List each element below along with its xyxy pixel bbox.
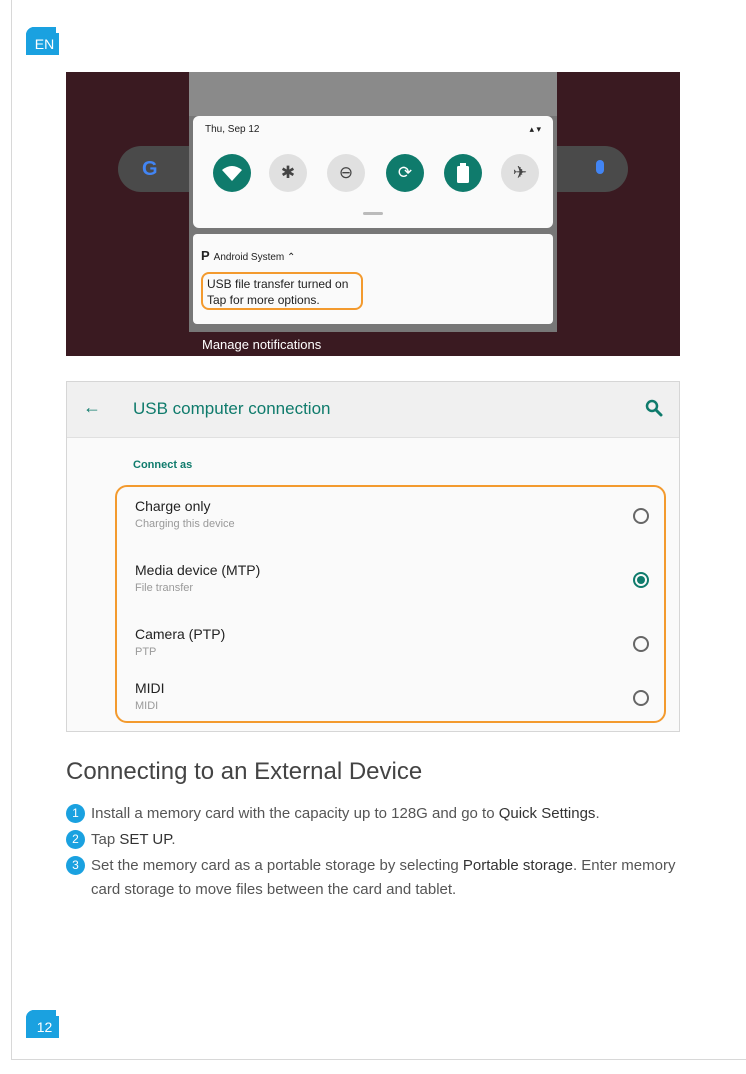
- step-text: Install a memory card with the capacity …: [91, 805, 499, 822]
- battery-saver-icon[interactable]: [444, 154, 482, 192]
- bluetooth-icon[interactable]: ✱: [269, 154, 307, 192]
- step-emphasis: Quick Settings: [498, 805, 596, 822]
- option-title: Media device (MTP): [135, 562, 261, 578]
- shade-scrim: [189, 72, 557, 116]
- google-icon: G: [142, 158, 158, 180]
- step-text: .: [171, 831, 176, 848]
- step-3: 3 Set the memory card as a portable stora…: [66, 854, 676, 902]
- page-title: USB computer connection: [133, 399, 331, 418]
- step-number: 1: [66, 804, 85, 823]
- step-number: 3: [66, 856, 85, 875]
- step-1: 1 Install a memory card with the capacity…: [66, 802, 676, 826]
- wifi-icon[interactable]: [213, 154, 251, 192]
- notification-shade-screenshot: G Thu, Sep 12 ▴ ▾ ✱ ⊖ ⟳ ✈ P Android Syste…: [66, 72, 680, 356]
- language-label: EN: [30, 33, 59, 55]
- mic-icon[interactable]: [596, 160, 604, 174]
- page-border: [11, 0, 12, 1060]
- section-header: Connect as: [133, 459, 193, 471]
- step-emphasis: SET UP: [119, 831, 172, 848]
- step-2: 2 Tap SET UP.: [66, 828, 676, 852]
- page-border: [11, 1059, 746, 1060]
- page-number: 12: [30, 1016, 59, 1038]
- language-badge: EN: [26, 27, 59, 55]
- date-label: Thu, Sep 12: [205, 124, 260, 135]
- options-highlight: Charge only Charging this device Media d…: [115, 485, 666, 723]
- section-heading: Connecting to an External Device: [66, 758, 423, 785]
- option-subtitle: PTP: [135, 646, 157, 658]
- wifi-status-icon: ▴ ▾: [529, 124, 541, 134]
- notification-app-name: Android System: [213, 252, 285, 263]
- radio-button[interactable]: [633, 508, 649, 524]
- option-title: MIDI: [135, 680, 165, 696]
- option-title: Camera (PTP): [135, 626, 226, 642]
- back-arrow-icon[interactable]: ←: [83, 397, 101, 418]
- radio-button[interactable]: [633, 636, 649, 652]
- drag-handle[interactable]: [363, 212, 383, 215]
- usb-notification[interactable]: P Android System ⌃ USB file transfer turn…: [193, 234, 553, 324]
- step-text: Tap: [91, 831, 120, 848]
- radio-button-selected[interactable]: [633, 572, 649, 588]
- page-number-badge: 12: [26, 1010, 59, 1038]
- notification-title: USB file transfer turned on: [207, 277, 349, 291]
- notification-text-highlight[interactable]: USB file transfer turned on Tap for more…: [201, 272, 363, 310]
- step-text: Set the memory card as a portable storag…: [91, 857, 463, 874]
- option-media-device[interactable]: Media device (MTP) File transfer: [135, 562, 655, 612]
- notification-subtitle: Tap for more options.: [207, 293, 320, 307]
- option-midi[interactable]: MIDI MIDI: [135, 680, 655, 730]
- android-system-icon: P: [201, 248, 210, 263]
- auto-rotate-icon[interactable]: ⟳: [386, 154, 424, 192]
- option-subtitle: MIDI: [135, 700, 159, 712]
- step-emphasis: Portable storage: [462, 857, 573, 874]
- step-text: .: [595, 805, 600, 822]
- app-bar: ← USB computer connection: [67, 382, 679, 438]
- option-charge-only[interactable]: Charge only Charging this device: [135, 498, 655, 548]
- option-title: Charge only: [135, 498, 211, 514]
- option-camera[interactable]: Camera (PTP) PTP: [135, 626, 655, 676]
- search-icon[interactable]: [645, 399, 663, 417]
- option-subtitle: File transfer: [135, 582, 194, 594]
- option-subtitle: Charging this device: [135, 518, 235, 530]
- airplane-mode-icon[interactable]: ✈: [501, 154, 539, 192]
- chevron-up-icon[interactable]: ⌃: [287, 252, 295, 263]
- quick-settings-panel: Thu, Sep 12 ▴ ▾ ✱ ⊖ ⟳ ✈: [193, 116, 553, 228]
- do-not-disturb-icon[interactable]: ⊖: [327, 154, 365, 192]
- step-number: 2: [66, 830, 85, 849]
- radio-button[interactable]: [633, 690, 649, 706]
- manage-notifications-link[interactable]: Manage notifications: [202, 337, 321, 352]
- usb-settings-screenshot: ← USB computer connection Connect as Cha…: [66, 381, 680, 732]
